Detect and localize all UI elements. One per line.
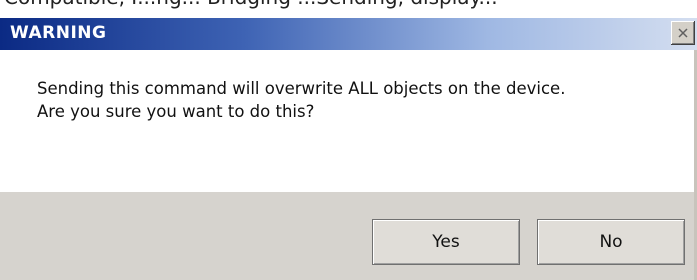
dialog-message-area: Sending this command will overwrite ALL … [0,50,697,192]
close-button[interactable] [671,21,695,45]
no-button[interactable]: No [537,219,685,265]
dialog-title: WARNING [10,23,107,43]
background-window-strip: Compatible, I...ng... Bridging ...Sendin… [0,0,697,18]
close-icon [678,28,688,38]
dialog-button-bar: Yes No [0,192,697,280]
yes-button[interactable]: Yes [372,219,520,265]
dialog-title-bar[interactable]: WARNING [0,18,697,50]
background-window-text: Compatible, I...ng... Bridging ...Sendin… [4,0,498,9]
dialog-message-line-1: Sending this command will overwrite ALL … [37,79,566,98]
warning-dialog: Compatible, I...ng... Bridging ...Sendin… [0,0,697,280]
dialog-message-line-2: Are you sure you want to do this? [37,102,315,121]
